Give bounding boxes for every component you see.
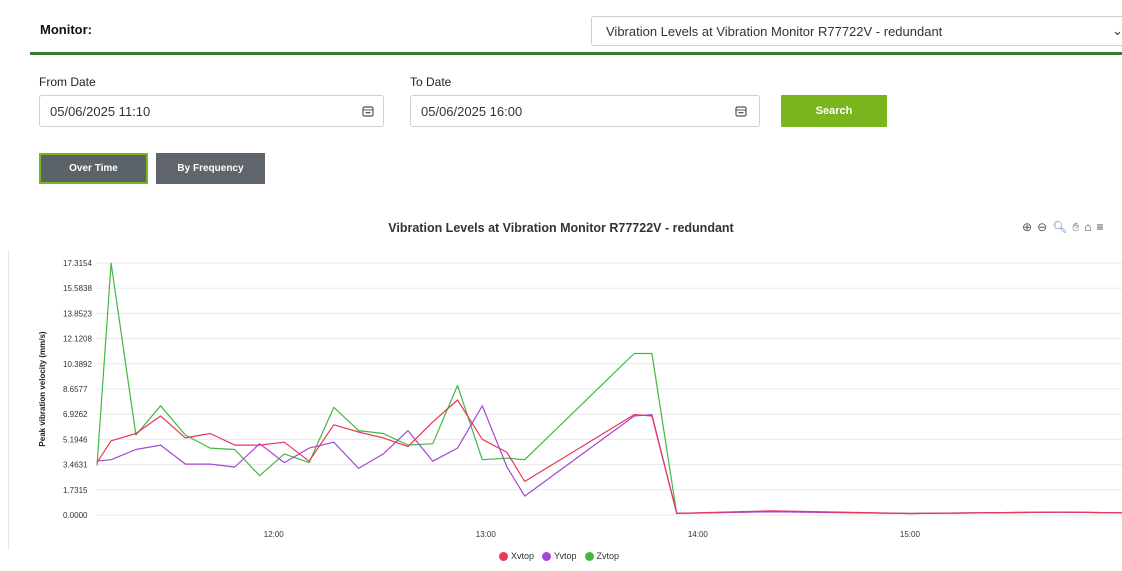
legend-label: Zvtop [596,551,620,561]
legend-marker-x [499,551,508,561]
tab-by-frequency[interactable]: By Frequency [156,153,265,184]
home-icon[interactable]: ⌂ [1084,220,1093,234]
monitor-select[interactable]: Vibration Levels at Vibration Monitor R7… [591,16,1122,46]
from-date-value: 05/06/2025 11:10 [50,104,151,119]
calendar-icon[interactable] [735,105,747,117]
legend-label: Yvtop [554,551,577,561]
y-axis-label: Peak vibration velocity (mm/s) [38,331,47,446]
y-tick-label: 13.8523 [63,309,92,318]
y-tick-label: 1.7315 [63,486,88,495]
legend-item[interactable]: Zvtop [584,551,620,561]
to-date-field[interactable]: 05/06/2025 16:00 [410,95,760,127]
calendar-icon[interactable] [362,105,374,117]
x-tick-label: 12:00 [264,530,285,539]
from-date-label: From Date [39,75,96,89]
legend-item[interactable]: Yvtop [542,551,577,561]
to-date-value: 05/06/2025 16:00 [421,104,523,119]
zoom-out-icon[interactable]: ⊖ [1037,220,1049,234]
series-line-xvtop[interactable] [96,399,1122,515]
pan-hand-icon[interactable]: ✋︎ [1072,220,1081,235]
y-tick-label: 15.5838 [63,284,92,293]
zoom-selection-icon[interactable]: 🔍︎ [1052,220,1069,234]
y-tick-label: 10.3892 [63,360,92,369]
tab-over-time[interactable]: Over Time [39,153,148,184]
chart-legend: Xvtop Yvtop Zvtop [499,551,619,561]
y-tick-label: 17.3154 [63,259,92,268]
chart-toolbar: ⊕ ⊖ 🔍︎ ✋︎ ⌂ ≡ [1022,220,1108,235]
chart-title: Vibration Levels at Vibration Monitor R7… [388,221,734,235]
line-chart: 17.3154 15.5838 13.8523 12.1208 10.3892 8.657… [38,259,1122,539]
y-tick-label: 6.9262 [63,410,88,419]
series-line-yvtop[interactable] [96,405,1122,515]
legend-item[interactable]: Xvtop [499,551,534,561]
header-divider [30,52,1122,55]
y-tick-label: 8.6577 [63,385,88,394]
y-tick-label: 12.1208 [63,335,92,344]
x-tick-label: 13:00 [476,530,497,539]
zoom-in-icon[interactable]: ⊕ [1022,220,1034,234]
legend-marker-y [542,551,552,561]
search-button[interactable]: Search [781,95,887,127]
chevron-down-icon: ⌄ [1112,23,1122,38]
y-tick-label: 5.1946 [63,435,88,444]
y-tick-label: 3.4631 [63,461,88,470]
x-tick-label: 14:00 [688,530,709,539]
monitor-select-value: Vibration Levels at Vibration Monitor R7… [606,24,943,39]
to-date-label: To Date [410,75,452,89]
x-tick-label: 15:00 [900,530,921,539]
legend-marker-z [584,551,594,561]
from-date-field[interactable]: 05/06/2025 11:10 [39,95,384,127]
menu-icon[interactable]: ≡ [1096,220,1105,234]
y-tick-label: 0.0000 [63,511,88,520]
monitor-bar: Monitor: Vibration Levels at Vibration M… [0,0,1122,56]
series-line-zvtop[interactable] [96,262,1122,515]
monitor-label: Monitor: [40,22,92,37]
legend-label: Xvtop [511,551,535,561]
